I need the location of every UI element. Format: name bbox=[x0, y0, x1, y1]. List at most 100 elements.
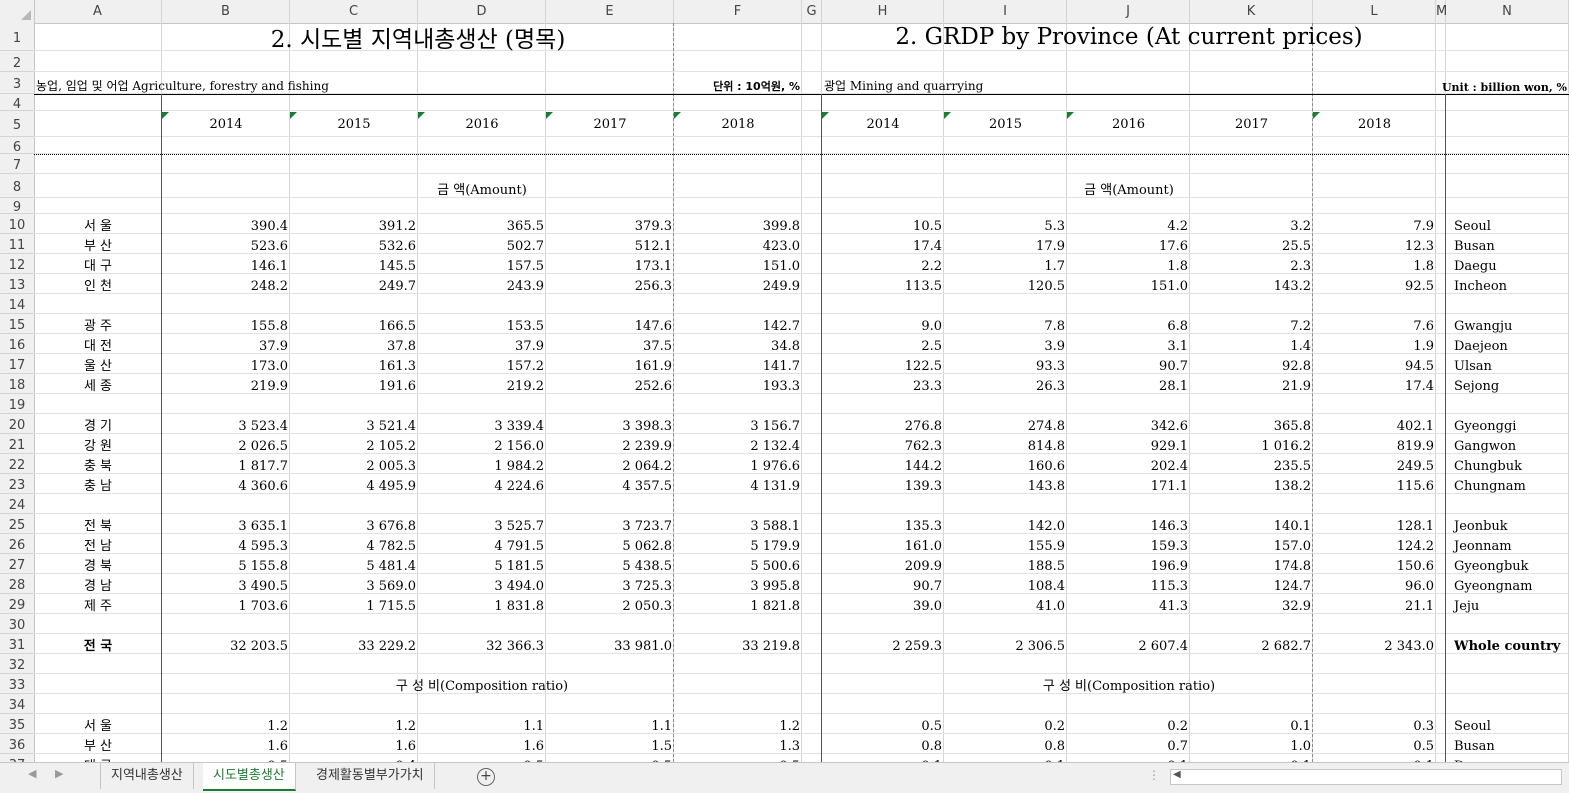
province-name-ko[interactable]: 세 종 bbox=[34, 374, 162, 394]
column-header-bar[interactable]: ABCDEFGHIJKLMN bbox=[0, 0, 1569, 24]
column-header-a[interactable]: A bbox=[34, 0, 162, 23]
cell-grid[interactable]: 2. 시도별 지역내총생산 (명목) 2. GRDP by Province (A… bbox=[34, 23, 1569, 762]
province-name-ko[interactable]: 충 남 bbox=[34, 474, 162, 494]
value-cell[interactable]: 37.9 bbox=[162, 334, 290, 354]
value-cell[interactable]: 1 976.6 bbox=[674, 454, 802, 474]
value-cell[interactable]: 523.6 bbox=[162, 234, 290, 254]
value-cell[interactable]: 39.0 bbox=[822, 594, 944, 614]
row-header[interactable]: 32 bbox=[0, 654, 34, 674]
year-header[interactable]: 2014 bbox=[162, 111, 290, 137]
value-cell[interactable]: 174.8 bbox=[1190, 554, 1313, 574]
value-cell[interactable]: 7.9 bbox=[1313, 214, 1436, 234]
value-cell[interactable]: 0.1 bbox=[1190, 754, 1313, 762]
row-header[interactable]: 28 bbox=[0, 574, 34, 594]
value-cell[interactable]: 256.3 bbox=[546, 274, 674, 294]
value-cell[interactable]: 379.3 bbox=[546, 214, 674, 234]
value-cell[interactable]: 157.5 bbox=[418, 254, 546, 274]
spreadsheet[interactable]: ABCDEFGHIJKLMN 1 2 3 4 5 6 7 8 9 10 11 12 13 14 15 16 17… bbox=[0, 0, 1569, 762]
value-cell[interactable]: 32.9 bbox=[1190, 594, 1313, 614]
province-name-ko[interactable]: 울 산 bbox=[34, 354, 162, 374]
value-cell[interactable]: 3 521.4 bbox=[290, 414, 418, 434]
value-cell[interactable]: 929.1 bbox=[1067, 434, 1190, 454]
value-cell[interactable]: 32 203.5 bbox=[162, 634, 290, 654]
province-name-en[interactable]: Busan bbox=[1446, 234, 1569, 254]
column-header-i[interactable]: I bbox=[944, 0, 1067, 23]
value-cell[interactable]: 159.3 bbox=[1067, 534, 1190, 554]
value-cell[interactable]: 171.1 bbox=[1067, 474, 1190, 494]
value-cell[interactable]: 4 782.5 bbox=[290, 534, 418, 554]
value-cell[interactable]: 3.1 bbox=[1067, 334, 1190, 354]
row-header[interactable]: 10 bbox=[0, 214, 34, 234]
value-cell[interactable]: 0.8 bbox=[822, 734, 944, 754]
value-cell[interactable]: 814.8 bbox=[944, 434, 1067, 454]
column-header-n[interactable]: N bbox=[1446, 0, 1569, 23]
select-all-corner[interactable] bbox=[0, 0, 35, 23]
value-cell[interactable]: 2 259.3 bbox=[822, 634, 944, 654]
value-cell[interactable]: 155.9 bbox=[944, 534, 1067, 554]
year-header[interactable]: 2017 bbox=[546, 111, 674, 137]
value-cell[interactable]: 17.4 bbox=[1313, 374, 1436, 394]
value-cell[interactable]: 0.7 bbox=[1067, 734, 1190, 754]
value-cell[interactable]: 153.5 bbox=[418, 314, 546, 334]
value-cell[interactable]: 124.2 bbox=[1313, 534, 1436, 554]
year-header[interactable]: 2014 bbox=[822, 111, 944, 137]
province-name-en[interactable]: Seoul bbox=[1446, 714, 1569, 734]
value-cell[interactable]: 2 026.5 bbox=[162, 434, 290, 454]
value-cell[interactable]: 128.1 bbox=[1313, 514, 1436, 534]
value-cell[interactable]: 1 831.8 bbox=[418, 594, 546, 614]
value-cell[interactable]: 512.1 bbox=[546, 234, 674, 254]
value-cell[interactable]: 144.2 bbox=[822, 454, 944, 474]
value-cell[interactable]: 0.2 bbox=[944, 714, 1067, 734]
province-name-en[interactable]: Chungnam bbox=[1446, 474, 1569, 494]
row-header[interactable]: 33 bbox=[0, 674, 34, 694]
value-cell[interactable]: 4 357.5 bbox=[546, 474, 674, 494]
value-cell[interactable]: 147.6 bbox=[546, 314, 674, 334]
title-korean[interactable]: 2. 시도별 지역내총생산 (명목) bbox=[162, 23, 674, 53]
value-cell[interactable]: 762.3 bbox=[822, 434, 944, 454]
column-header-c[interactable]: C bbox=[290, 0, 418, 23]
row-header[interactable]: 31 bbox=[0, 634, 34, 654]
value-cell[interactable]: 2 306.5 bbox=[944, 634, 1067, 654]
province-name-en[interactable]: Seoul bbox=[1446, 214, 1569, 234]
value-cell[interactable]: 93.3 bbox=[944, 354, 1067, 374]
value-cell[interactable]: 243.9 bbox=[418, 274, 546, 294]
value-cell[interactable]: 17.6 bbox=[1067, 234, 1190, 254]
province-name-en[interactable]: Daegu bbox=[1446, 254, 1569, 274]
value-cell[interactable]: 7.8 bbox=[944, 314, 1067, 334]
province-name-en[interactable]: Gyeongnam bbox=[1446, 574, 1569, 594]
value-cell[interactable]: 3 725.3 bbox=[546, 574, 674, 594]
amount-label[interactable]: 금 액(Amount) bbox=[162, 174, 802, 198]
province-name-en[interactable]: Gwangju bbox=[1446, 314, 1569, 334]
value-cell[interactable]: 157.2 bbox=[418, 354, 546, 374]
value-cell[interactable]: 3 398.3 bbox=[546, 414, 674, 434]
value-cell[interactable]: 173.1 bbox=[546, 254, 674, 274]
value-cell[interactable]: 120.5 bbox=[944, 274, 1067, 294]
year-header[interactable]: 2016 bbox=[418, 111, 546, 137]
province-name-ko[interactable]: 제 주 bbox=[34, 594, 162, 614]
value-cell[interactable]: 1.2 bbox=[290, 714, 418, 734]
row-header[interactable]: 30 bbox=[0, 614, 34, 634]
value-cell[interactable]: 249.5 bbox=[1313, 454, 1436, 474]
value-cell[interactable]: 2.3 bbox=[1190, 254, 1313, 274]
value-cell[interactable]: 33 219.8 bbox=[674, 634, 802, 654]
row-header[interactable]: 25 bbox=[0, 514, 34, 534]
value-cell[interactable]: 96.0 bbox=[1313, 574, 1436, 594]
value-cell[interactable]: 1 016.2 bbox=[1190, 434, 1313, 454]
value-cell[interactable]: 3 156.7 bbox=[674, 414, 802, 434]
value-cell[interactable]: 0.1 bbox=[1067, 754, 1190, 762]
row-header[interactable]: 9 bbox=[0, 198, 34, 215]
row-header[interactable]: 17 bbox=[0, 354, 34, 374]
value-cell[interactable]: 122.5 bbox=[822, 354, 944, 374]
tab-province-gdp[interactable]: 시도별총생산 bbox=[203, 763, 296, 791]
value-cell[interactable]: 3 588.1 bbox=[674, 514, 802, 534]
value-cell[interactable]: 124.7 bbox=[1190, 574, 1313, 594]
value-cell[interactable]: 37.5 bbox=[546, 334, 674, 354]
value-cell[interactable]: 532.6 bbox=[290, 234, 418, 254]
province-name-ko[interactable]: 대 전 bbox=[34, 334, 162, 354]
amount-label[interactable]: 금 액(Amount) bbox=[822, 174, 1436, 198]
row-header[interactable]: 1 bbox=[0, 23, 34, 51]
value-cell[interactable]: 342.6 bbox=[1067, 414, 1190, 434]
value-cell[interactable]: 209.9 bbox=[822, 554, 944, 574]
value-cell[interactable]: 423.0 bbox=[674, 234, 802, 254]
value-cell[interactable]: 1 817.7 bbox=[162, 454, 290, 474]
